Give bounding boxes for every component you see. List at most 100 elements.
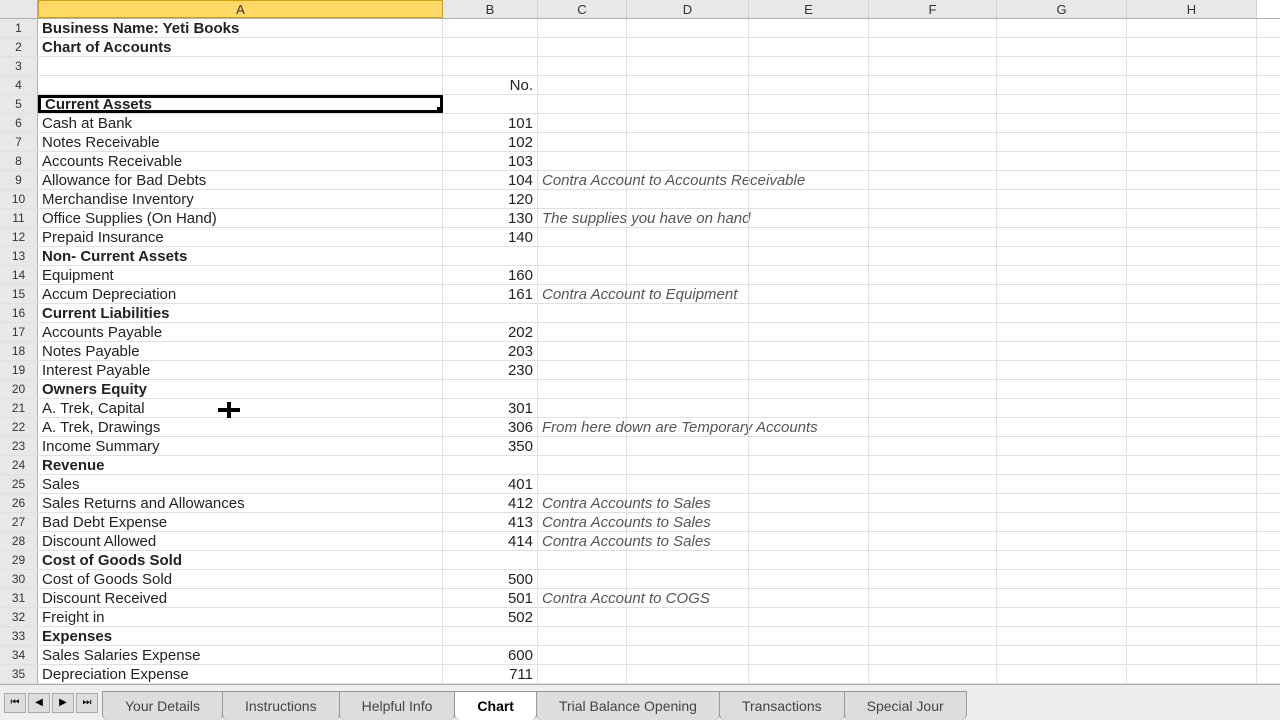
cell[interactable] (1127, 665, 1257, 683)
cell[interactable] (627, 57, 749, 75)
cell[interactable] (869, 646, 997, 664)
cell[interactable] (1127, 399, 1257, 417)
cell[interactable]: Merchandise Inventory (38, 190, 443, 208)
row-header[interactable]: 23 (0, 437, 38, 455)
cell[interactable]: Cost of Goods Sold (38, 570, 443, 588)
row-header[interactable]: 34 (0, 646, 38, 664)
cell[interactable] (1127, 456, 1257, 474)
cell[interactable] (443, 456, 538, 474)
cell[interactable]: 501 (443, 589, 538, 607)
cell[interactable] (869, 494, 997, 512)
cell[interactable]: 414 (443, 532, 538, 550)
cell[interactable] (749, 456, 869, 474)
cell[interactable] (627, 228, 749, 246)
cell[interactable] (749, 608, 869, 626)
cell[interactable] (749, 133, 869, 151)
cell[interactable] (627, 646, 749, 664)
cell[interactable] (1127, 228, 1257, 246)
cell[interactable] (869, 171, 997, 189)
cell[interactable]: Freight in (38, 608, 443, 626)
row-header[interactable]: 5 (0, 95, 38, 113)
cell[interactable] (1127, 285, 1257, 303)
cell[interactable] (538, 19, 627, 37)
cell[interactable]: Current Liabilities (38, 304, 443, 322)
cell[interactable] (997, 437, 1127, 455)
cell[interactable] (869, 76, 997, 94)
tab-nav-prev[interactable]: ◀ (28, 693, 50, 713)
sheet-tab[interactable]: Your Details (102, 691, 223, 720)
cell[interactable] (538, 38, 627, 56)
cell[interactable] (627, 95, 749, 113)
cell[interactable] (627, 475, 749, 493)
select-all-corner[interactable] (0, 0, 38, 18)
cell[interactable] (538, 304, 627, 322)
cell[interactable] (1127, 646, 1257, 664)
cell[interactable] (869, 304, 997, 322)
cell[interactable] (997, 133, 1127, 151)
cell[interactable]: 120 (443, 190, 538, 208)
cell[interactable] (749, 171, 869, 189)
cell[interactable] (627, 361, 749, 379)
cell[interactable] (749, 361, 869, 379)
cell[interactable] (627, 532, 749, 550)
row-header[interactable]: 11 (0, 209, 38, 227)
cell[interactable]: 230 (443, 361, 538, 379)
cell[interactable] (749, 513, 869, 531)
cell[interactable]: Office Supplies (On Hand) (38, 209, 443, 227)
cell[interactable]: Cash at Bank (38, 114, 443, 132)
cell[interactable] (997, 589, 1127, 607)
cell[interactable]: 711 (443, 665, 538, 683)
cell[interactable] (749, 589, 869, 607)
row-header[interactable]: 7 (0, 133, 38, 151)
cell[interactable] (997, 323, 1127, 341)
cell[interactable] (1127, 532, 1257, 550)
cell[interactable]: Income Summary (38, 437, 443, 455)
cell[interactable] (749, 190, 869, 208)
cell[interactable]: Contra Account to Accounts Receivable (538, 171, 627, 189)
cell[interactable] (997, 646, 1127, 664)
cell[interactable] (869, 19, 997, 37)
row-header[interactable]: 16 (0, 304, 38, 322)
cell[interactable] (997, 304, 1127, 322)
cell[interactable] (443, 247, 538, 265)
cell[interactable] (869, 152, 997, 170)
row-header[interactable]: 32 (0, 608, 38, 626)
cell[interactable] (869, 570, 997, 588)
sheet-tab[interactable]: Transactions (719, 691, 845, 720)
cell[interactable] (749, 57, 869, 75)
cell[interactable] (997, 456, 1127, 474)
tab-nav-next[interactable]: ▶ (52, 693, 74, 713)
cell[interactable] (627, 627, 749, 645)
cell[interactable] (869, 38, 997, 56)
cell[interactable]: 203 (443, 342, 538, 360)
sheet-tab[interactable]: Chart (454, 691, 537, 720)
cell[interactable] (538, 342, 627, 360)
cell[interactable] (869, 532, 997, 550)
row-header[interactable]: 13 (0, 247, 38, 265)
cell[interactable] (538, 323, 627, 341)
cell[interactable] (538, 133, 627, 151)
cell[interactable] (538, 551, 627, 569)
cell[interactable]: 301 (443, 399, 538, 417)
cell[interactable] (749, 627, 869, 645)
cell[interactable] (869, 437, 997, 455)
cell[interactable] (1127, 513, 1257, 531)
cell[interactable] (997, 475, 1127, 493)
cell[interactable] (1127, 95, 1257, 113)
cell[interactable] (38, 76, 443, 94)
cell[interactable] (627, 285, 749, 303)
cell[interactable] (869, 228, 997, 246)
cell[interactable] (869, 285, 997, 303)
cell[interactable] (443, 38, 538, 56)
row-header[interactable]: 22 (0, 418, 38, 436)
cell[interactable] (1127, 247, 1257, 265)
cell[interactable] (538, 399, 627, 417)
cell[interactable]: 102 (443, 133, 538, 151)
cell[interactable] (749, 418, 869, 436)
row-header[interactable]: 17 (0, 323, 38, 341)
cell[interactable] (538, 76, 627, 94)
cell[interactable]: 306 (443, 418, 538, 436)
row-header[interactable]: 30 (0, 570, 38, 588)
cell[interactable]: 103 (443, 152, 538, 170)
cell[interactable] (538, 228, 627, 246)
